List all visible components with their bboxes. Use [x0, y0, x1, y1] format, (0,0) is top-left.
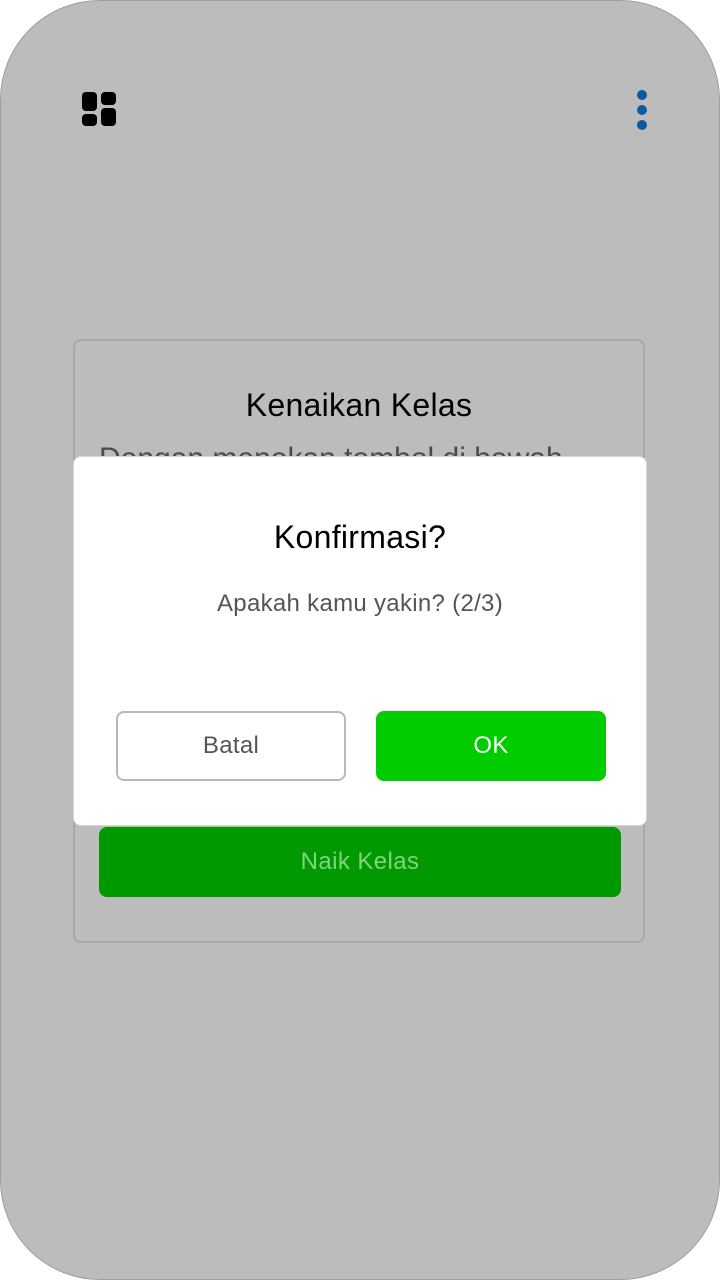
- card-description: Dengan menekan tombol di bawah: [99, 441, 619, 457]
- card-title: Kenaikan Kelas: [245, 387, 473, 423]
- dashboard-icon[interactable]: [82, 92, 116, 126]
- dialog-message: Apakah kamu yakin? (2/3): [216, 590, 503, 617]
- more-vertical-icon[interactable]: [633, 89, 651, 131]
- phone-screen: Kenaikan Kelas Dengan menekan tombol di …: [0, 0, 720, 1280]
- confirmation-dialog: Konfirmasi? Apakah kamu yakin? (2/3) Bat…: [73, 456, 647, 826]
- dialog-title: Konfirmasi?: [273, 519, 447, 555]
- cancel-button[interactable]: Batal: [116, 711, 346, 781]
- ok-button[interactable]: OK: [376, 711, 606, 781]
- naik-kelas-button[interactable]: Naik Kelas: [99, 827, 621, 897]
